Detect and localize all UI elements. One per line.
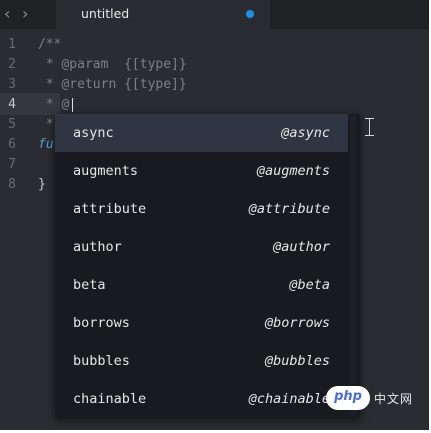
- autocomplete-hint: @bubbles: [264, 353, 330, 369]
- autocomplete-label: beta: [73, 277, 106, 293]
- line-number: 3: [8, 77, 16, 92]
- autocomplete-label: attribute: [73, 201, 147, 217]
- autocomplete-label: author: [73, 239, 122, 255]
- autocomplete-label: chainable: [73, 391, 147, 407]
- watermark-logo: php 中文网: [326, 384, 426, 412]
- tab-bar: ‹ › untitled: [0, 0, 429, 29]
- autocomplete-item[interactable]: bubbles @bubbles: [55, 342, 348, 380]
- screenshot-frame: ‹ › untitled 1 2 3 4 5 6 7 8 /** * @para…: [0, 0, 431, 433]
- line-number: 8: [8, 177, 16, 192]
- tab-title: untitled: [81, 6, 130, 21]
- code-line: /**: [38, 37, 62, 52]
- tab-untitled[interactable]: untitled: [56, 0, 270, 29]
- autocomplete-label: bubbles: [73, 353, 130, 369]
- line-number: 2: [8, 57, 16, 72]
- autocomplete-item[interactable]: chainable @chainable: [55, 380, 348, 418]
- watermark-badge-text: php: [334, 389, 362, 404]
- code-line: fu: [38, 137, 54, 152]
- autocomplete-item[interactable]: borrows @borrows: [55, 304, 348, 342]
- autocomplete-hint: @chainable: [248, 391, 330, 407]
- code-editor[interactable]: ‹ › untitled 1 2 3 4 5 6 7 8 /** * @para…: [0, 0, 429, 430]
- line-number: 6: [8, 137, 16, 152]
- line-number: 4: [8, 97, 16, 112]
- autocomplete-hint: @attribute: [248, 201, 330, 217]
- autocomplete-hint: @async: [281, 125, 330, 141]
- autocomplete-hint: @augments: [256, 163, 330, 179]
- unsaved-dot-icon[interactable]: [246, 10, 254, 18]
- watermark-badge: php: [326, 386, 370, 410]
- autocomplete-label: augments: [73, 163, 139, 179]
- chevron-right-icon[interactable]: ›: [22, 5, 28, 23]
- autocomplete-popup: async @async augments @augments attribut…: [55, 114, 360, 418]
- chevron-left-icon[interactable]: ‹: [4, 5, 10, 23]
- autocomplete-item[interactable]: augments @augments: [55, 152, 348, 190]
- text-caret: [72, 98, 73, 112]
- line-number: 5: [8, 117, 16, 132]
- code-line: }: [38, 177, 46, 192]
- autocomplete-hint: @author: [273, 239, 330, 255]
- autocomplete-label: borrows: [73, 315, 130, 331]
- code-line: * @return {[type]}: [38, 77, 187, 92]
- autocomplete-hint: @beta: [289, 277, 330, 293]
- autocomplete-item[interactable]: async @async: [55, 114, 348, 152]
- code-line: * @param {[type]}: [38, 57, 187, 72]
- autocomplete-scrollbar[interactable]: [350, 116, 356, 416]
- watermark-text: 中文网: [374, 392, 414, 406]
- autocomplete-label: async: [73, 125, 114, 141]
- line-number: 7: [8, 157, 16, 172]
- line-number: 1: [8, 37, 16, 52]
- code-line: *: [38, 117, 54, 132]
- autocomplete-item[interactable]: author @author: [55, 228, 348, 266]
- ibeam-cursor-icon: [365, 118, 374, 136]
- autocomplete-item[interactable]: beta @beta: [55, 266, 348, 304]
- autocomplete-hint: @borrows: [264, 315, 330, 331]
- code-line: * @: [38, 97, 70, 112]
- autocomplete-item[interactable]: attribute @attribute: [55, 190, 348, 228]
